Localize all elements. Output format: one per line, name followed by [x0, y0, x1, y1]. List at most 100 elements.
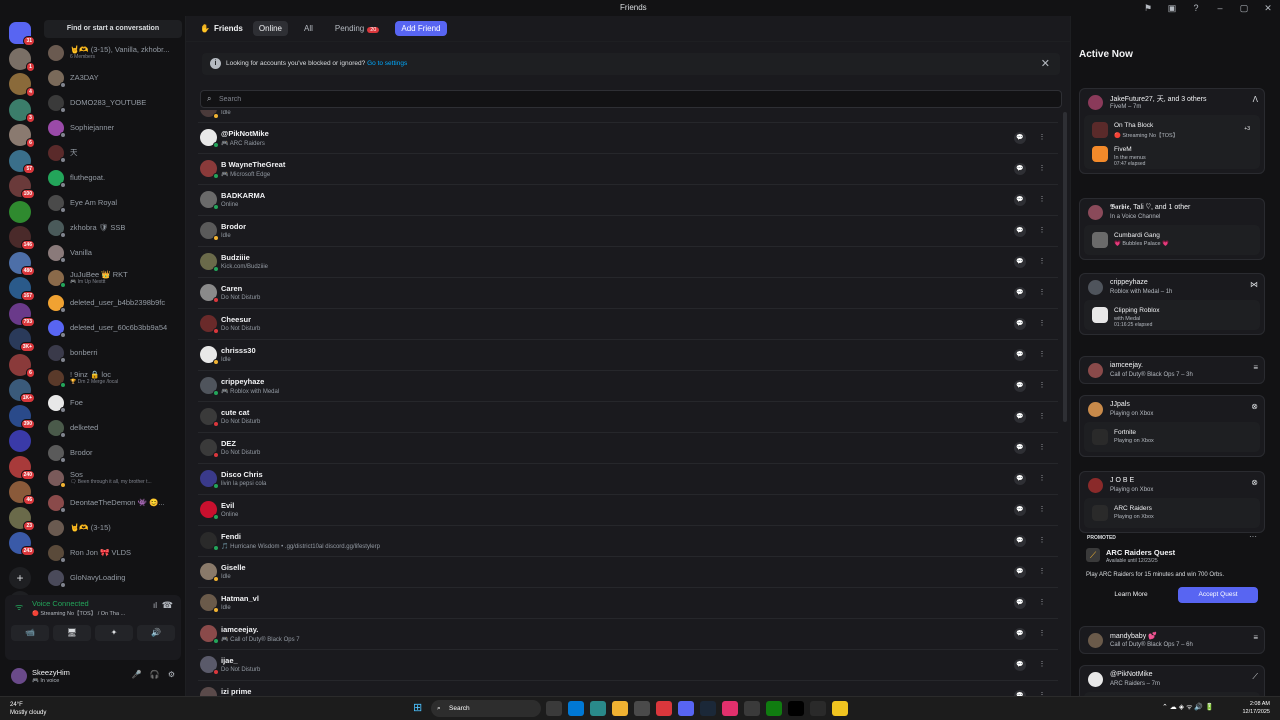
more-icon[interactable]: ···: [1249, 532, 1257, 541]
server-icon[interactable]: 23: [9, 506, 35, 531]
tab-pending[interactable]: Pending 20: [329, 21, 385, 36]
message-icon[interactable]: 💬: [1014, 659, 1026, 671]
instagram-icon[interactable]: [722, 701, 738, 716]
friend-row[interactable]: Hatman_vl Idle 💬 ⋮: [198, 587, 1058, 618]
more-options-icon[interactable]: ⋮: [1036, 628, 1048, 640]
disconnect-icon[interactable]: ☎: [162, 600, 173, 611]
voice-channel[interactable]: 🔴 Streaming No【TOS】 / On Tha ...: [32, 609, 125, 617]
active-now-card[interactable]: crippeyhaze Roblox with Medal – 1h ⋈ Clippi…: [1079, 273, 1265, 335]
dm-list-item[interactable]: 🤘🫶 (3-15), Vanilla, zkhobr... 6 Members: [44, 40, 184, 65]
server-icon[interactable]: 4: [9, 73, 35, 97]
message-icon[interactable]: 💬: [1014, 566, 1026, 578]
more-options-icon[interactable]: ⋮: [1036, 442, 1048, 454]
more-options-icon[interactable]: ⋮: [1036, 318, 1048, 330]
message-icon[interactable]: 💬: [1014, 132, 1026, 144]
server-icon[interactable]: 480: [9, 251, 35, 276]
server-icon[interactable]: 167: [9, 277, 35, 301]
chrome-icon[interactable]: [656, 701, 672, 716]
activity-item[interactable]: On Tha Block 🔴 Streaming No【TOS】 +3: [1084, 118, 1260, 142]
message-icon[interactable]: 💬: [1014, 628, 1026, 640]
more-options-icon[interactable]: ⋮: [1036, 349, 1048, 361]
tiktok-icon[interactable]: [788, 701, 804, 716]
settings-app-icon[interactable]: [744, 701, 760, 716]
dm-list-item[interactable]: 🤘🫶 (3-15): [44, 515, 184, 540]
message-icon[interactable]: 💬: [1014, 225, 1026, 237]
more-options-icon[interactable]: ⋮: [1036, 659, 1048, 671]
noise-suppression-icon[interactable]: ıl: [153, 601, 157, 610]
more-options-icon[interactable]: ⋮: [1036, 597, 1048, 609]
dm-list-item[interactable]: Foe: [44, 390, 184, 415]
dm-list-item[interactable]: DeontaeTheDemon 👾 😊...: [44, 490, 184, 515]
screen-share-button[interactable]: 🖥: [53, 625, 91, 641]
activity-item[interactable]: Clipping Roblox with Medal 01:16:25 elapse…: [1084, 303, 1260, 328]
edge-icon[interactable]: [568, 701, 584, 716]
message-icon[interactable]: 💬: [1014, 380, 1026, 392]
learn-more-button[interactable]: Learn More: [1092, 587, 1170, 603]
server-icon[interactable]: 240: [9, 455, 35, 480]
file-explorer-icon[interactable]: [612, 701, 628, 716]
tab-all[interactable]: All: [298, 21, 319, 36]
camera-button[interactable]: 📹: [11, 625, 49, 641]
message-icon[interactable]: 💬: [1014, 473, 1026, 485]
maximize-button[interactable]: ▢: [1232, 0, 1256, 16]
friend-row[interactable]: izi prime 💬 ⋮: [198, 680, 1058, 696]
server-icon[interactable]: 46: [9, 481, 35, 505]
clock[interactable]: 2:08 AM 12/17/2025: [1242, 700, 1270, 716]
more-options-icon[interactable]: ⋮: [1036, 163, 1048, 175]
dm-list-item[interactable]: Ron Jon 🎀 VLDS: [44, 540, 184, 565]
friend-row[interactable]: crippeyhaze 🎮 Roblox with Medal 💬 ⋮: [198, 370, 1058, 401]
close-button[interactable]: ✕: [1256, 0, 1280, 16]
active-now-card[interactable]: JJpals Playing on Xbox ⊗ Fortnite Playing on…: [1079, 395, 1265, 457]
store-icon[interactable]: [634, 701, 650, 716]
server-icon[interactable]: 57: [9, 149, 35, 174]
active-now-card[interactable]: JakeFuture27, 天, and 3 others FiveM – 7m Λ…: [1079, 88, 1265, 174]
sticky-notes-icon[interactable]: [832, 701, 848, 716]
steam-icon[interactable]: [700, 701, 716, 716]
dm-list-item[interactable]: DOMO283_YOUTUBE: [44, 90, 184, 115]
app-icon[interactable]: [810, 701, 826, 716]
more-options-icon[interactable]: ⋮: [1036, 287, 1048, 299]
server-icon[interactable]: 3K+: [9, 328, 35, 352]
active-now-card[interactable]: 𝕭𝖆𝖗𝖇𝖎𝖊, Tali ♡, and 1 other In a Voice Ch…: [1079, 198, 1265, 260]
friend-row[interactable]: Caren Do Not Disturb 💬 ⋮: [198, 277, 1058, 308]
friend-row[interactable]: @PikNotMike 🎮 ARC Raiders 💬 ⋮: [198, 122, 1058, 153]
active-now-card[interactable]: iamceejay. Call of Duty® Black Ops 7 – 3h…: [1079, 356, 1265, 384]
message-icon[interactable]: 💬: [1014, 318, 1026, 330]
message-icon[interactable]: 💬: [1014, 163, 1026, 175]
dm-list-item[interactable]: ! 9inz 🔒 loc 🏆 Dm 2 Merge /local: [44, 365, 184, 390]
dm-list-item[interactable]: Vanilla: [44, 240, 184, 265]
taskbar-search[interactable]: ⌕ Search: [431, 700, 541, 717]
server-icon[interactable]: 1K+: [9, 379, 35, 403]
friend-row[interactable]: DEZ Do Not Disturb 💬 ⋮: [198, 432, 1058, 463]
headphones-icon[interactable]: 🎧: [150, 670, 160, 679]
more-options-icon[interactable]: ⋮: [1036, 411, 1048, 423]
server-icon[interactable]: 3: [9, 98, 35, 123]
friend-row[interactable]: chrisss30 Idle 💬 ⋮: [198, 339, 1058, 370]
dm-list-item[interactable]: Sos 🗨 Been through it all, my brother t..…: [44, 465, 184, 490]
activity-item[interactable]: Fortnite Playing on Xbox: [1084, 425, 1260, 449]
tab-online[interactable]: Online: [252, 21, 288, 36]
friend-row[interactable]: Giselle Idle 💬 ⋮: [198, 556, 1058, 587]
friend-row[interactable]: cute cat Do Not Disturb 💬 ⋮: [198, 401, 1058, 432]
system-tray[interactable]: ⌃ ☁ ◈ ᯤ 🔊 🔋: [1162, 703, 1214, 712]
dm-list-item[interactable]: GloNavyLoading: [44, 565, 184, 590]
close-icon[interactable]: ✕: [1041, 57, 1050, 70]
more-options-icon[interactable]: ⋮: [1036, 535, 1048, 547]
friend-row[interactable]: Fendi 🎵 Hurricane Wisdom • .gg/district10…: [198, 525, 1058, 556]
friend-row[interactable]: Cheesur Do Not Disturb 💬 ⋮: [198, 308, 1058, 339]
server-icon[interactable]: [9, 430, 31, 452]
server-icon[interactable]: 6: [9, 124, 35, 148]
dm-list-item[interactable]: 天: [44, 140, 184, 165]
friend-row[interactable]: BADKARMA Online 💬 ⋮: [198, 184, 1058, 215]
more-options-icon[interactable]: ⋮: [1036, 225, 1048, 237]
server-icon[interactable]: 31: [9, 22, 35, 46]
more-options-icon[interactable]: ⋮: [1036, 380, 1048, 392]
settings-icon[interactable]: ⚙: [168, 670, 175, 679]
copilot-icon[interactable]: [590, 701, 606, 716]
add-server-icon[interactable]: +: [9, 567, 31, 589]
message-icon[interactable]: 💬: [1014, 194, 1026, 206]
dm-list-item[interactable]: zkhobra 🛡 SSB: [44, 215, 184, 240]
more-options-icon[interactable]: ⋮: [1036, 566, 1048, 578]
weather-widget[interactable]: 24°F Mostly cloudy: [10, 701, 46, 717]
add-friend-button[interactable]: Add Friend: [395, 21, 447, 36]
